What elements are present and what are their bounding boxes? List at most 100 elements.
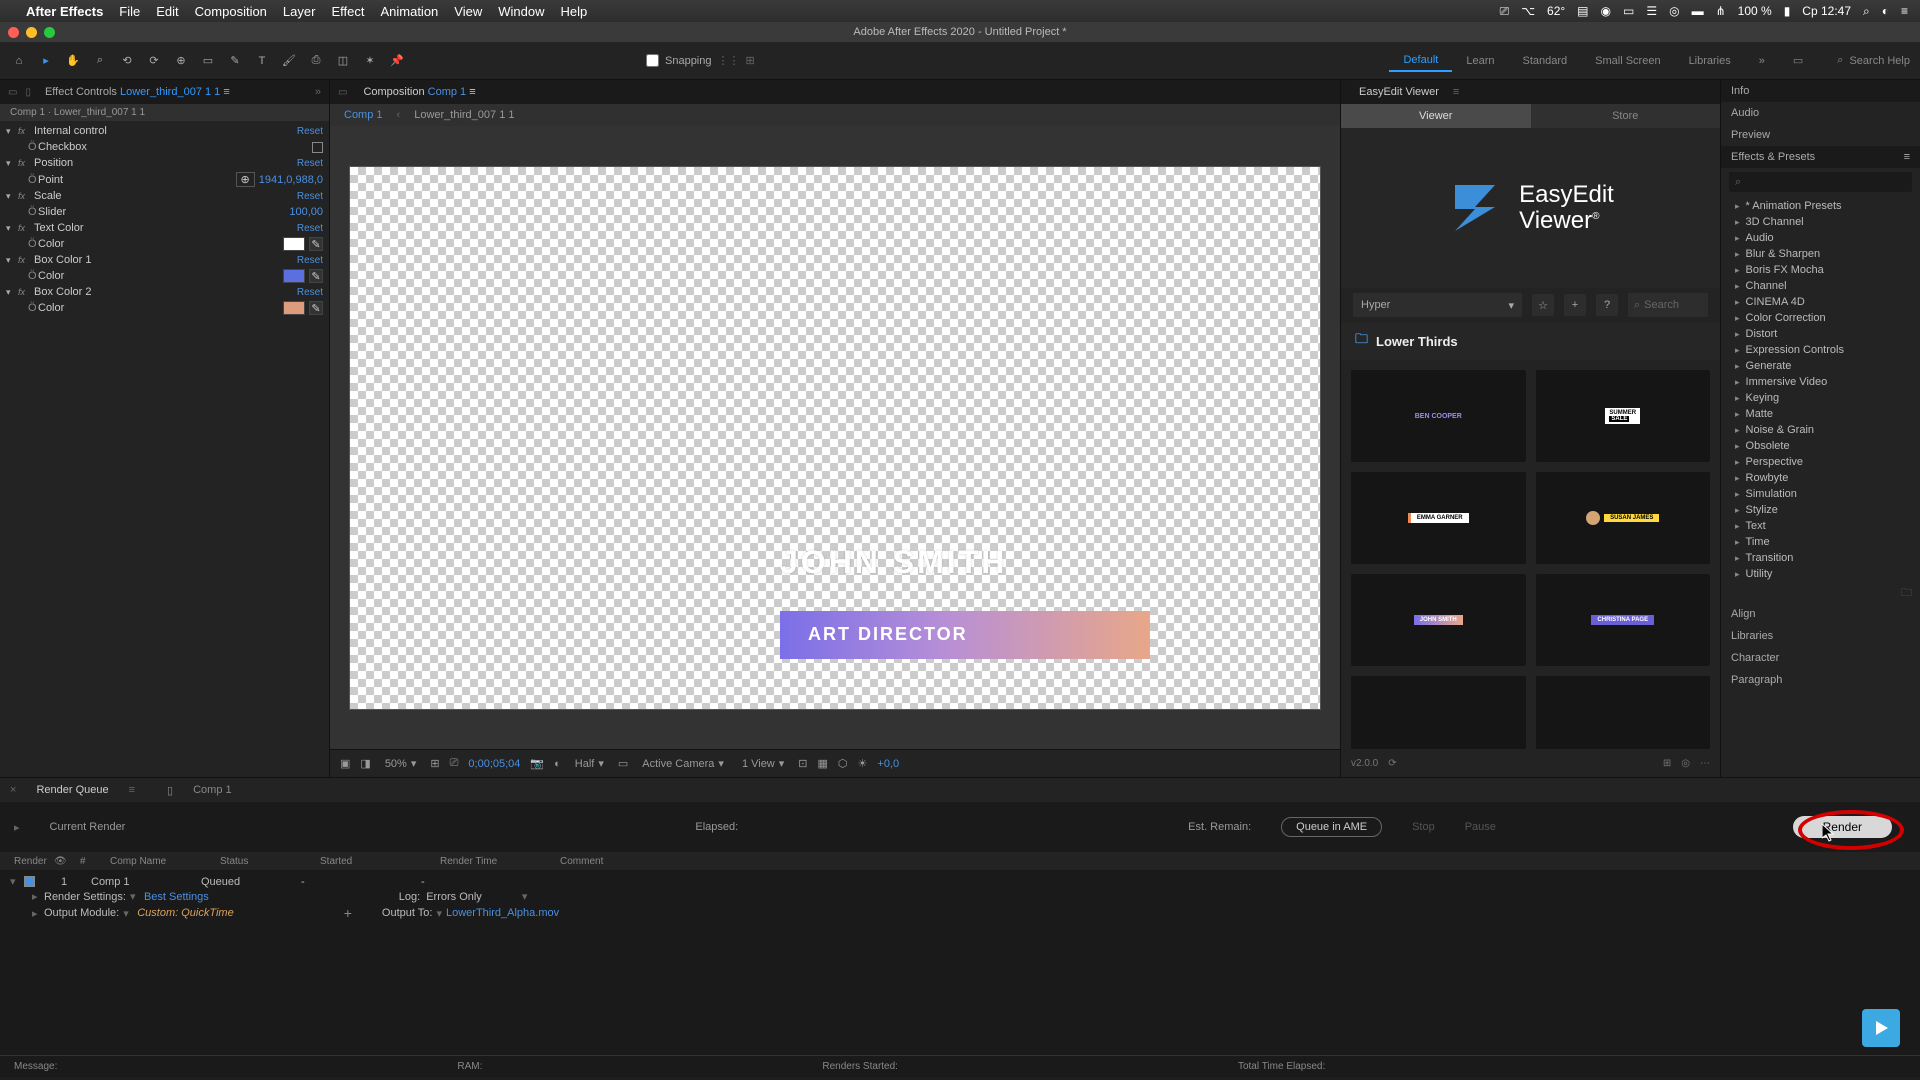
rect-tool-icon[interactable]: ▭ (199, 52, 217, 70)
roto-tool-icon[interactable]: ✶ (361, 52, 379, 70)
anchor-tool-icon[interactable]: ⊕ (172, 52, 190, 70)
puppet-tool-icon[interactable]: 📌 (388, 52, 406, 70)
effects-preset-category[interactable]: Stylize (1721, 502, 1920, 518)
easyedit-thumbnail[interactable]: EMMA GARNER (1351, 472, 1526, 564)
effect-row[interactable]: ▾fxBox Color 1Reset (0, 252, 329, 268)
project-tab-icon[interactable]: ▭ (8, 87, 17, 98)
effects-preset-category[interactable]: Distort (1721, 326, 1920, 342)
search-help-label[interactable]: Search Help (1849, 55, 1910, 67)
camera-dropdown[interactable]: Active Camera ▾ (638, 757, 728, 770)
effects-preset-category[interactable]: Color Correction (1721, 310, 1920, 326)
menubar-chat-icon[interactable]: ☰ (1646, 4, 1657, 18)
easyedit-add-icon[interactable]: + (1564, 294, 1586, 316)
res-dropdown[interactable]: Half ▾ (571, 757, 608, 770)
eyedropper-icon[interactable]: ✎ (309, 301, 323, 315)
alpha-icon[interactable]: ▣ (340, 757, 350, 770)
effects-preset-category[interactable]: Matte (1721, 406, 1920, 422)
menubar-eye-icon[interactable]: ◎ (1669, 4, 1679, 18)
roi-icon[interactable]: ▭ (618, 757, 628, 770)
comp-crumb-root[interactable]: Comp 1 (344, 109, 383, 121)
effects-preset-category[interactable]: Time (1721, 534, 1920, 550)
menubar-menu-icon[interactable]: ≡ (1901, 4, 1908, 18)
effect-sub-row[interactable]: ÖColor✎ (0, 300, 329, 316)
easyedit-grid-icon[interactable]: ⊞ (1663, 758, 1671, 769)
output-module-value[interactable]: Custom: QuickTime (137, 907, 233, 919)
info-panel-header[interactable]: Info (1721, 80, 1920, 102)
render-settings-value[interactable]: Best Settings (144, 891, 209, 903)
effects-preset-category[interactable]: Boris FX Mocha (1721, 262, 1920, 278)
render-queue-tab[interactable]: Render Queue (30, 782, 114, 798)
menu-help[interactable]: Help (560, 4, 587, 19)
effects-preset-category[interactable]: Expression Controls (1721, 342, 1920, 358)
add-output-icon[interactable]: + (344, 905, 352, 921)
menu-file[interactable]: File (119, 4, 140, 19)
comp-tab-name[interactable]: Comp 1 (428, 86, 467, 98)
layout-icon[interactable]: ⊞ (430, 757, 439, 770)
ep-new-bin-icon[interactable]: 🗀 (1721, 584, 1920, 603)
type-tool-icon[interactable]: T (253, 52, 271, 70)
comp-timeline-tab-icon[interactable]: ▯ (167, 784, 173, 797)
effects-preset-category[interactable]: Noise & Grain (1721, 422, 1920, 438)
easyedit-dots-icon[interactable]: ⋯ (1700, 758, 1710, 769)
mask-icon[interactable]: ⬡ (838, 757, 848, 770)
render-icon[interactable]: ▦ (818, 757, 828, 770)
effects-preset-category[interactable]: Generate (1721, 358, 1920, 374)
libraries-panel-header[interactable]: Libraries (1721, 625, 1920, 647)
point-picker-icon[interactable]: ⊕ (236, 172, 255, 187)
comp-tab-icon[interactable]: ▭ (338, 87, 347, 98)
easyedit-refresh-icon[interactable]: ⟳ (1388, 758, 1396, 769)
menu-animation[interactable]: Animation (380, 4, 438, 19)
menubar-siri-icon[interactable]: ◐ (1882, 4, 1889, 18)
composition-viewport[interactable]: JOHN SMITH ART DIRECTOR (350, 167, 1320, 709)
queue-in-ame-button[interactable]: Queue in AME (1281, 817, 1382, 837)
channel-icon[interactable]: ◨ (360, 757, 370, 770)
paragraph-panel-header[interactable]: Paragraph (1721, 669, 1920, 691)
workspace-learn[interactable]: Learn (1452, 51, 1508, 71)
menubar-battery[interactable]: 100 % (1738, 4, 1772, 18)
menubar-cc-icon[interactable]: ◉ (1601, 4, 1611, 18)
workspace-libraries[interactable]: Libraries (1675, 51, 1745, 71)
effects-preset-category[interactable]: Utility (1721, 566, 1920, 582)
easyedit-thumbnail[interactable]: CHRISTINA PAGE (1536, 574, 1711, 666)
effect-row[interactable]: ▾fxScaleReset (0, 188, 329, 204)
effects-presets-header[interactable]: Effects & Presets≡ (1721, 146, 1920, 168)
effect-controls-layer-name[interactable]: Lower_third_007 1 1 (120, 86, 220, 98)
effects-preset-category[interactable]: Audio (1721, 230, 1920, 246)
menu-edit[interactable]: Edit (156, 4, 178, 19)
menubar-noti-icon[interactable]: ▤ (1577, 4, 1588, 18)
snapping-checkbox[interactable] (646, 54, 659, 67)
menu-view[interactable]: View (454, 4, 482, 19)
selection-tool-icon[interactable]: ▸ (37, 52, 55, 70)
effect-sub-row[interactable]: ÖColor✎ (0, 268, 329, 284)
menubar-temp[interactable]: 62° (1547, 4, 1565, 18)
rq-twirl-icon[interactable]: × (10, 784, 16, 796)
effect-sub-row[interactable]: ÖCheckbox (0, 139, 329, 155)
effects-preset-category[interactable]: * Animation Presets (1721, 198, 1920, 214)
render-item-checkbox[interactable] (24, 876, 35, 887)
comp-crumb-layer[interactable]: Lower_third_007 1 1 (414, 109, 514, 121)
menubar-flag-icon[interactable]: ▬ (1692, 4, 1704, 18)
exposure-icon[interactable]: ☀ (858, 757, 868, 770)
effects-preset-category[interactable]: Blur & Sharpen (1721, 246, 1920, 262)
easyedit-help-icon[interactable]: ? (1596, 294, 1618, 316)
effect-controls-tab-prefix[interactable]: Effect Controls (45, 86, 117, 98)
color-swatch[interactable] (283, 237, 305, 251)
search-help-icon[interactable]: ⌕ (1837, 54, 1843, 67)
brush-tool-icon[interactable]: 🖌 (280, 52, 298, 70)
easyedit-viewer-subtab[interactable]: Viewer (1341, 104, 1531, 128)
window-zoom-icon[interactable] (44, 27, 55, 38)
workspace-edit-icon[interactable]: ▭ (1779, 50, 1817, 71)
easyedit-fav-icon[interactable]: ☆ (1532, 294, 1554, 316)
workspace-standard[interactable]: Standard (1508, 51, 1581, 71)
easyedit-pack-dropdown[interactable]: Hyper▾ (1353, 293, 1522, 317)
eraser-tool-icon[interactable]: ◫ (334, 52, 352, 70)
easyedit-thumbnail[interactable] (1351, 676, 1526, 749)
log-value[interactable]: Errors Only (426, 891, 482, 903)
exposure-value[interactable]: +0,0 (877, 758, 899, 770)
comp-tab-prefix[interactable]: Composition (363, 86, 424, 98)
ep-menu-icon[interactable]: ≡ (1904, 151, 1910, 163)
align-panel-header[interactable]: Align (1721, 603, 1920, 625)
snapshot-icon[interactable]: 📷 (530, 757, 544, 770)
easyedit-thumbnail[interactable]: SUSAN JAMES (1536, 472, 1711, 564)
effect-sub-row[interactable]: ÖColor✎ (0, 236, 329, 252)
